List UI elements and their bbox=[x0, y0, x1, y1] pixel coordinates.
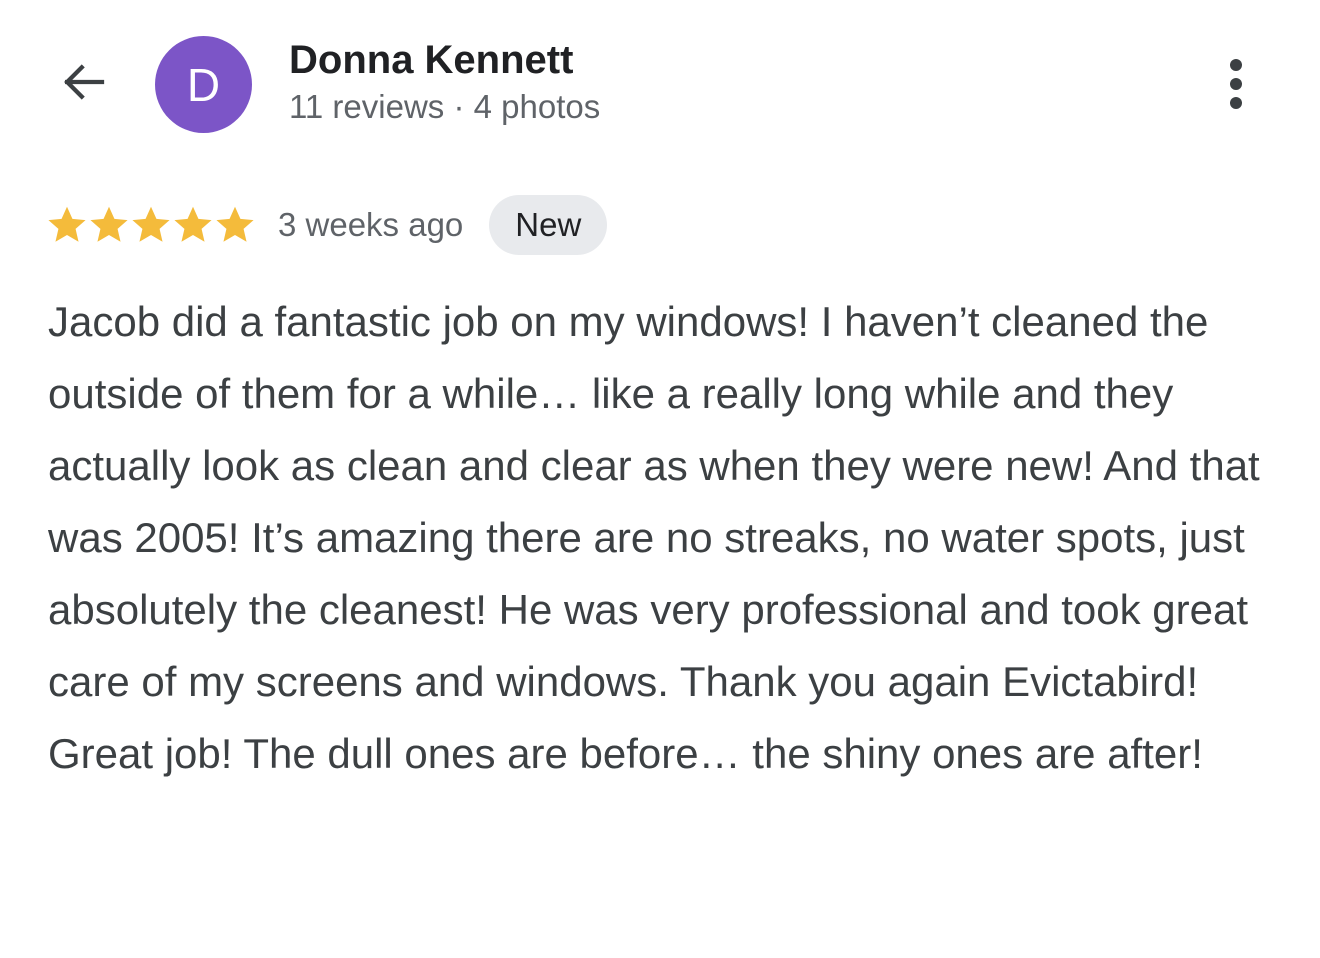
back-button[interactable] bbox=[52, 50, 116, 114]
arrow-left-icon bbox=[64, 64, 105, 100]
star-icon bbox=[214, 204, 256, 246]
star-rating bbox=[46, 204, 256, 246]
review-date: 3 weeks ago bbox=[278, 206, 464, 243]
star-icon bbox=[46, 204, 88, 246]
reviewer-name[interactable]: Donna Kennett bbox=[289, 38, 573, 83]
avatar-initial: D bbox=[186, 58, 221, 111]
avatar[interactable]: D bbox=[155, 36, 252, 133]
new-badge: New bbox=[489, 195, 608, 255]
review-text: Jacob did a fantastic job on my windows!… bbox=[48, 298, 1260, 777]
star-icon bbox=[172, 204, 214, 246]
rating-row: 3 weeks ago New bbox=[46, 194, 608, 256]
star-icon bbox=[130, 204, 172, 246]
more-options-button[interactable] bbox=[1208, 52, 1264, 116]
star-icon bbox=[88, 204, 130, 246]
more-vertical-icon bbox=[1230, 59, 1242, 109]
reviewer-meta: 11 reviews · 4 photos bbox=[289, 88, 601, 125]
